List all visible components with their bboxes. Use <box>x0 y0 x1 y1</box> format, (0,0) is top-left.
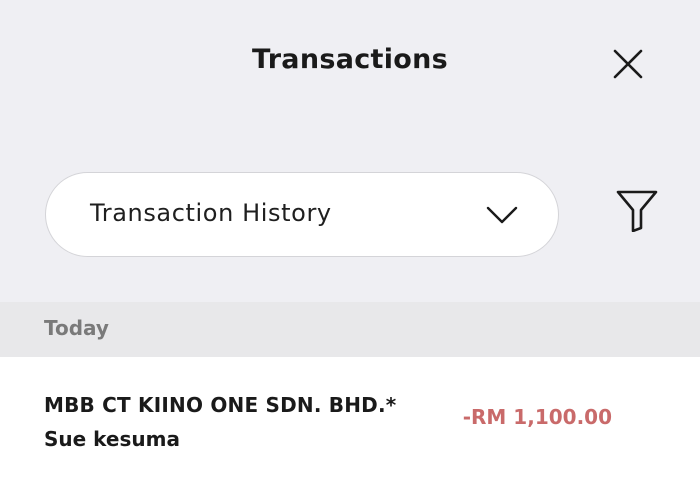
section-header-today: Today <box>0 302 700 357</box>
transaction-type-dropdown[interactable]: Transaction History <box>45 172 559 257</box>
page-title: Transactions <box>251 44 449 75</box>
filter-icon <box>616 190 658 232</box>
dropdown-selected-value: Transaction History <box>90 199 332 227</box>
transaction-title: MBB CT KIINO ONE SDN. BHD.* <box>44 393 397 417</box>
close-icon <box>613 49 643 79</box>
transaction-row[interactable]: MBB CT KIINO ONE SDN. BHD.* Sue kesuma -… <box>0 357 700 490</box>
transaction-subtitle: Sue kesuma <box>44 427 180 451</box>
section-label: Today <box>44 316 109 340</box>
transaction-amount: -RM 1,100.00 <box>462 405 612 429</box>
filter-button[interactable] <box>610 184 664 236</box>
close-button[interactable] <box>606 42 650 86</box>
header-area: Transactions Transaction History <box>0 0 700 302</box>
chevron-down-icon <box>484 201 520 229</box>
